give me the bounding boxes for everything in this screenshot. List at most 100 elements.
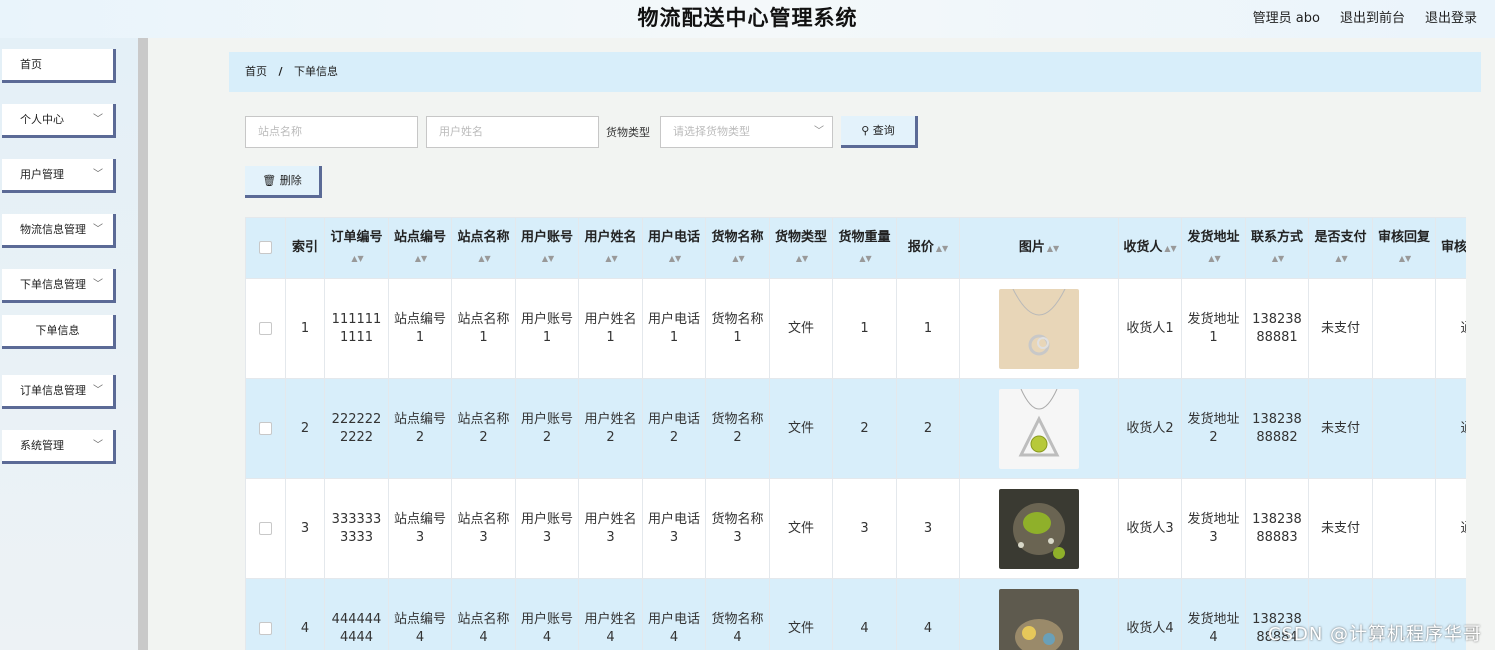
cell-goods-name: 货物名称1	[705, 278, 770, 379]
sidebar-item-label: 首页	[20, 58, 42, 71]
column-header[interactable]: 发货地址▲▼	[1181, 217, 1246, 279]
column-header[interactable]: 用户电话▲▼	[642, 217, 706, 279]
cell-goods-type: 文件	[769, 578, 833, 650]
column-header[interactable]: 站点编号▲▼	[388, 217, 452, 279]
sidebar-item-user-management[interactable]: 用户管理 ﹀	[2, 159, 116, 193]
row-checkbox[interactable]	[259, 421, 272, 435]
column-header[interactable]: 货物类型▲▼	[769, 217, 833, 279]
column-header[interactable]: 联系方式▲▼	[1245, 217, 1309, 279]
chevron-down-icon: ﹀	[93, 169, 103, 180]
sort-icon: ▲▼	[605, 253, 618, 263]
cell-goods-type: 文件	[769, 478, 833, 579]
column-header[interactable]: 站点名称▲▼	[451, 217, 516, 279]
cell-goods-type: 文件	[769, 378, 833, 479]
column-header[interactable]: 图片 ▲▼	[959, 217, 1119, 279]
cell-station-name: 站点名称1	[451, 278, 516, 379]
sort-icon: ▲▼	[732, 253, 745, 263]
cell-station-name: 站点名称2	[451, 378, 516, 479]
sort-icon: ▲▼	[351, 253, 364, 263]
cell-goods-name: 货物名称3	[705, 478, 770, 579]
cell-paid: 未支付	[1308, 378, 1373, 479]
chevron-down-icon: ﹀	[93, 385, 103, 396]
top-header: 物流配送中心管理系统 管理员 abo 退出到前台 退出登录	[0, 0, 1495, 38]
sidebar-item-label: 物流信息管理	[20, 223, 86, 236]
column-header[interactable]: 是否支付▲▼	[1308, 217, 1373, 279]
sort-icon: ▲▼	[1271, 253, 1285, 263]
sort-icon: ▲▼	[478, 253, 491, 263]
search-button[interactable]: ⚲ 查询	[841, 116, 918, 148]
cell-index: 1	[285, 278, 325, 379]
chevron-down-icon: ﹀	[93, 224, 103, 235]
sort-icon: ▲▼	[1164, 243, 1177, 253]
product-image-necklace-green[interactable]	[999, 388, 1079, 469]
cell-user-name: 用户姓名4	[578, 578, 643, 650]
delete-button[interactable]: 🗑 删除	[245, 166, 322, 198]
column-header[interactable]: 报价 ▲▼	[896, 217, 960, 279]
cell-paid: 未支付	[1308, 278, 1373, 379]
cell-receiver: 收货人3	[1118, 478, 1182, 579]
sidebar-item-order-info-management[interactable]: 下单信息管理 ﹀	[2, 269, 116, 303]
column-header[interactable]: 审核回复▲▼	[1372, 217, 1436, 279]
cell-user-account: 用户账号2	[515, 378, 579, 479]
delete-button-label: 删除	[279, 174, 302, 187]
goods-type-label: 货物类型	[606, 126, 650, 139]
row-checkbox[interactable]	[259, 621, 272, 635]
user-name-input[interactable]: 用户姓名	[426, 116, 599, 148]
select-all-cell	[245, 217, 286, 279]
sidebar-item-label: 系统管理	[20, 439, 64, 452]
sidebar-subitem-order-info[interactable]: 下单信息	[2, 315, 116, 349]
column-header[interactable]: 订单编号▲▼	[324, 217, 389, 279]
cell-order-no: 2222222222	[324, 378, 389, 479]
column-header[interactable]: 用户账号▲▼	[515, 217, 579, 279]
sidebar-item-system-management[interactable]: 系统管理 ﹀	[2, 430, 116, 464]
cell-price: 1	[896, 278, 960, 379]
column-header[interactable]: 审核状态	[1435, 217, 1466, 279]
cell-user-name: 用户姓名2	[578, 378, 643, 479]
table-row: 2 2222222222 站点编号2 站点名称2 用户账号2 用户姓名2 用户电…	[245, 378, 1466, 479]
cell-user-phone: 用户电话2	[642, 378, 706, 479]
chevron-down-icon: ﹀	[93, 440, 103, 451]
sidebar-item-home[interactable]: 首页	[2, 49, 116, 83]
back-to-front-link[interactable]: 退出到前台	[1340, 7, 1405, 26]
cell-station-no: 站点编号3	[388, 478, 452, 579]
cell-weight: 3	[832, 478, 897, 579]
cell-contact: 13823888881	[1245, 278, 1309, 379]
product-image-necklace-silver[interactable]	[999, 288, 1079, 369]
product-image-brooch[interactable]	[999, 488, 1079, 569]
cell-station-name: 站点名称3	[451, 478, 516, 579]
logout-link[interactable]: 退出登录	[1425, 7, 1477, 26]
table-row: 1 1111111111 站点编号1 站点名称1 用户账号1 用户姓名1 用户电…	[245, 278, 1466, 379]
product-image-jade-ornament[interactable]	[999, 588, 1079, 650]
sidebar-item-personal-center[interactable]: 个人中心 ﹀	[2, 104, 116, 138]
cell-user-name: 用户姓名3	[578, 478, 643, 579]
sidebar-item-logistics-management[interactable]: 物流信息管理 ﹀	[2, 214, 116, 248]
cell-index: 3	[285, 478, 325, 579]
admin-user-label: 管理员 abo	[1252, 11, 1320, 26]
cell-user-account: 用户账号4	[515, 578, 579, 650]
station-name-input[interactable]: 站点名称	[245, 116, 418, 148]
cell-paid: 未支付	[1308, 478, 1373, 579]
placeholder-text: 站点名称	[258, 125, 302, 138]
cell-order-no: 4444444444	[324, 578, 389, 650]
column-header[interactable]: 货物重量▲▼	[832, 217, 897, 279]
cell-status: 通	[1435, 378, 1466, 479]
column-header[interactable]: 货物名称▲▼	[705, 217, 770, 279]
row-checkbox[interactable]	[259, 521, 272, 535]
column-header[interactable]: 收货人 ▲▼	[1118, 217, 1182, 279]
cell-station-name: 站点名称4	[451, 578, 516, 650]
cell-index: 4	[285, 578, 325, 650]
column-header: 索引	[285, 217, 325, 279]
cell-price: 4	[896, 578, 960, 650]
goods-type-select[interactable]: 请选择货物类型 ﹀	[660, 116, 833, 148]
sidebar-item-orders-management[interactable]: 订单信息管理 ﹀	[2, 375, 116, 409]
row-checkbox[interactable]	[259, 321, 272, 335]
breadcrumb-home[interactable]: 首页	[245, 65, 267, 78]
table-header-row: 索引 订单编号▲▼ 站点编号▲▼ 站点名称▲▼ 用户账号▲▼ 用户姓名▲▼ 用户…	[245, 217, 1466, 279]
cell-image	[959, 578, 1119, 650]
cell-receiver: 收货人2	[1118, 378, 1182, 479]
cell-user-phone: 用户电话1	[642, 278, 706, 379]
chevron-down-icon: ﹀	[93, 114, 103, 125]
select-all-checkbox[interactable]	[259, 241, 272, 254]
column-header[interactable]: 用户姓名▲▼	[578, 217, 643, 279]
cell-receiver: 收货人4	[1118, 578, 1182, 650]
